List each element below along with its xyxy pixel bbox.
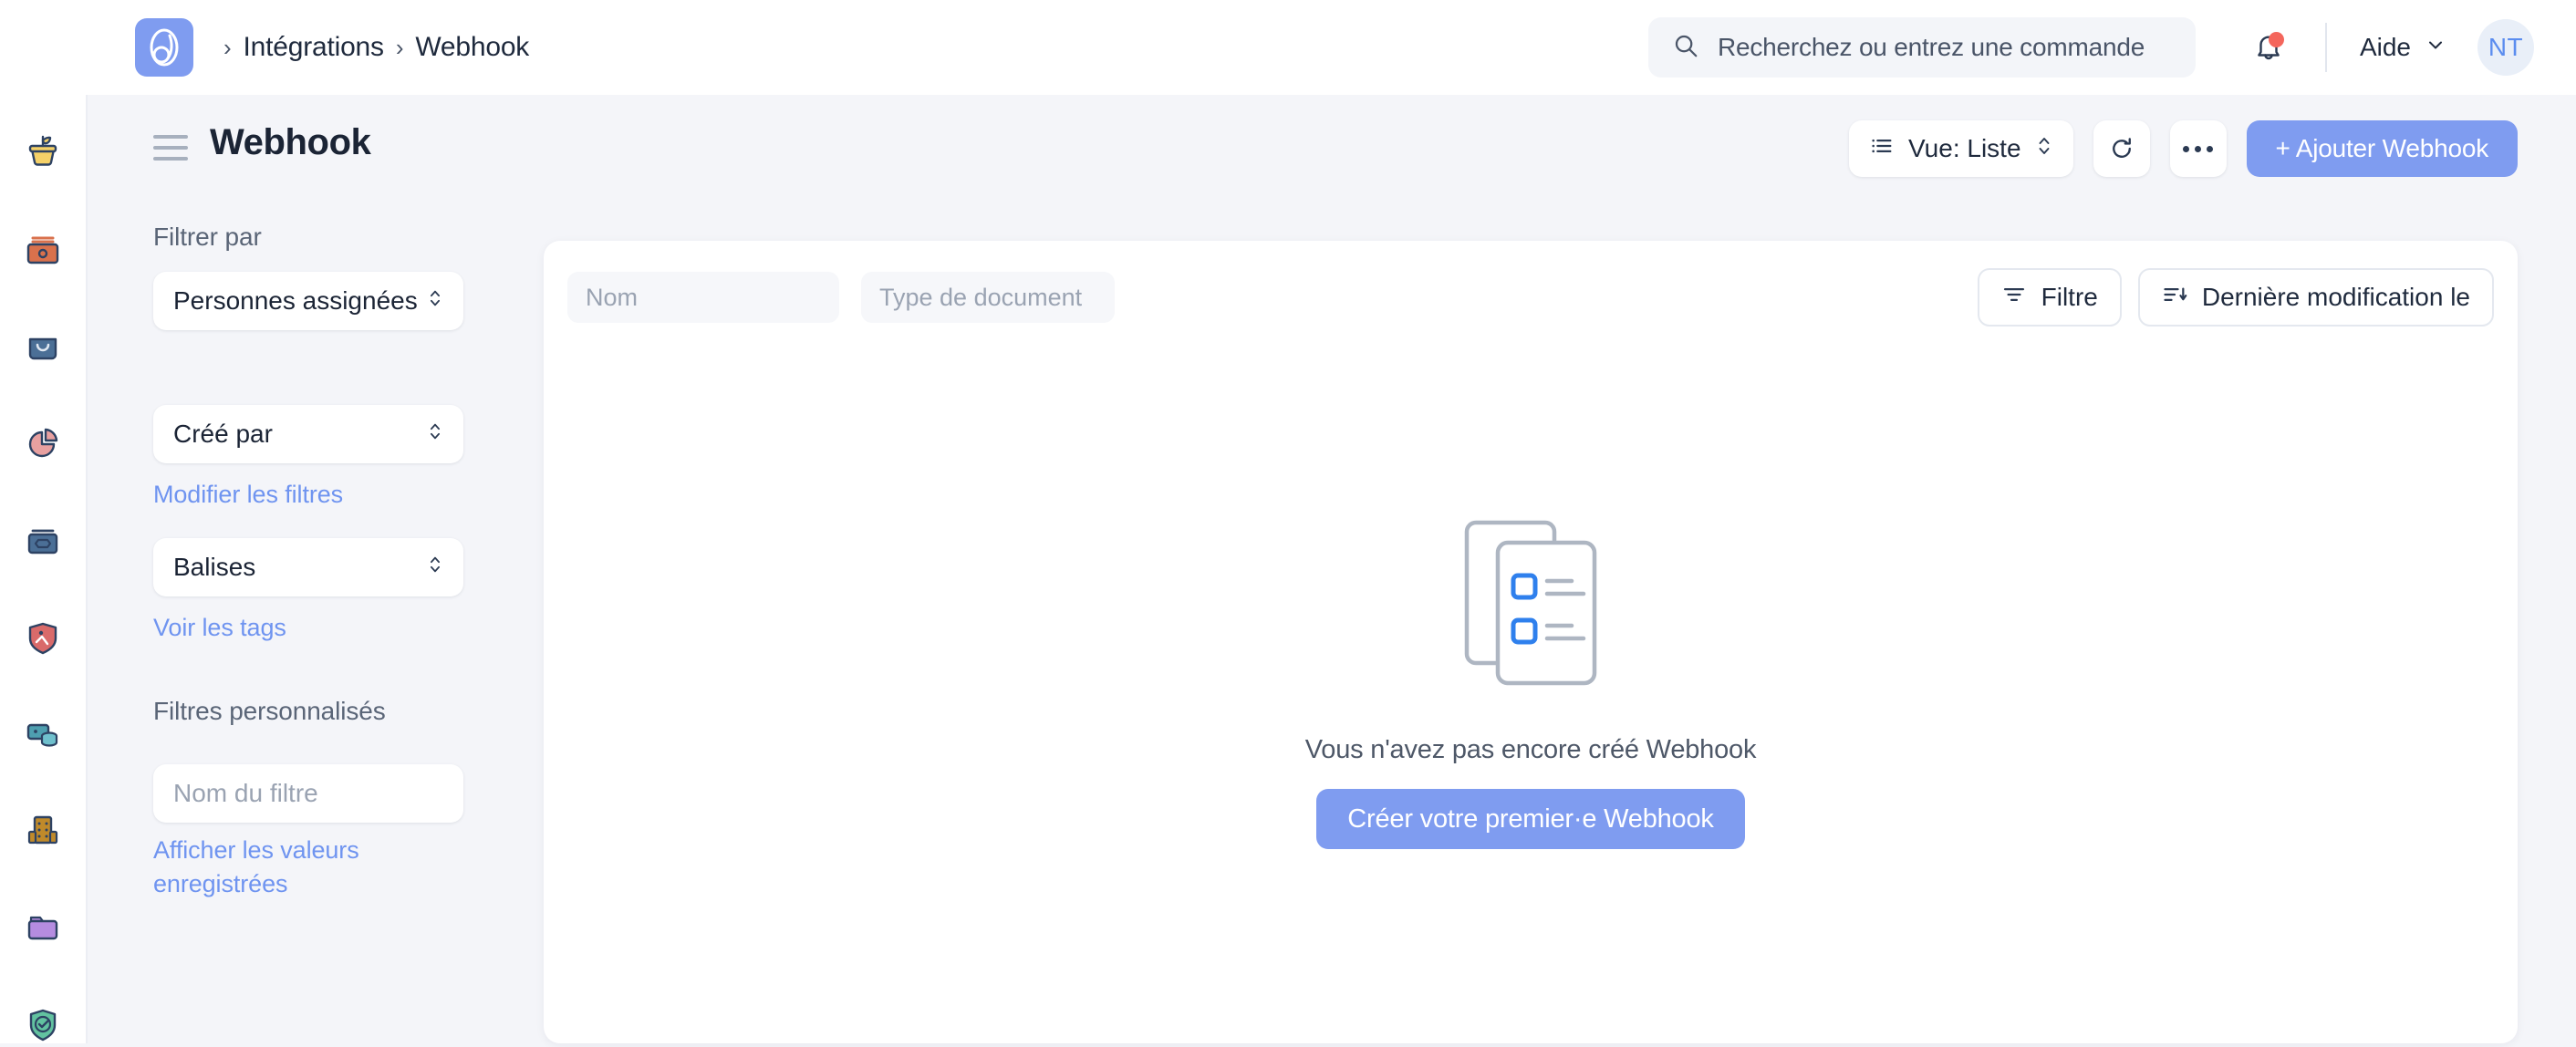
- doctype-filter-input[interactable]: Type de document: [861, 272, 1115, 323]
- filter-sidebar: Filtrer par Personnes assignées Créé par…: [88, 190, 544, 1043]
- create-first-webhook-button[interactable]: Créer votre premier·e Webhook: [1316, 789, 1744, 849]
- rail-item-pie-chart[interactable]: [17, 421, 68, 467]
- pie-chart-icon: [20, 421, 66, 467]
- refresh-icon: [2108, 135, 2135, 162]
- chevron-updown-icon: [427, 553, 443, 582]
- page-title: Webhook: [210, 122, 370, 163]
- rail-item-database[interactable]: [17, 711, 68, 757]
- top-bar-right: Recherchez ou entrez une commande Aide N…: [1648, 0, 2576, 95]
- doctype-filter-placeholder: Type de document: [879, 284, 1082, 312]
- breadcrumb-separator-0: ›: [223, 36, 231, 59]
- card-toolbar-right: Filtre Dernière modification le: [1978, 268, 2494, 327]
- created-by-select[interactable]: Créé par: [153, 405, 463, 463]
- hamburger-bar-2: [153, 146, 188, 150]
- filter-button-label: Filtre: [2041, 283, 2098, 312]
- chevron-updown-icon: [427, 286, 443, 316]
- chevron-down-icon: [2425, 33, 2446, 62]
- refresh-button[interactable]: [2093, 120, 2150, 177]
- search-placeholder: Recherchez ou entrez une commande: [1718, 33, 2145, 62]
- avatar[interactable]: NT: [2477, 19, 2534, 76]
- app-logo-icon[interactable]: [135, 18, 193, 77]
- help-label: Aide: [2360, 33, 2411, 62]
- tags-select-label: Balises: [173, 553, 255, 582]
- breadcrumb-separator-1: ›: [396, 36, 403, 59]
- filter-name-placeholder: Nom du filtre: [173, 779, 318, 808]
- breadcrumb: › Intégrations › Webhook: [223, 32, 529, 63]
- rail-item-folder[interactable]: [17, 905, 68, 950]
- top-bar: › Intégrations › Webhook Recherchez ou e…: [0, 0, 2576, 95]
- search-icon: [1672, 32, 1699, 64]
- view-tags-link[interactable]: Voir les tags: [153, 611, 286, 645]
- assignees-select[interactable]: Personnes assignées: [153, 272, 463, 330]
- filter-name-input[interactable]: Nom du filtre: [153, 764, 463, 823]
- empty-state-message: Vous n'avez pas encore créé Webhook: [1305, 735, 1757, 765]
- top-bar-left: › Intégrations › Webhook: [0, 18, 529, 77]
- sort-descending-icon: [2162, 282, 2187, 314]
- saved-values-link[interactable]: Afficher les valeurs enregistrées: [153, 834, 400, 902]
- chevron-updown-icon: [2035, 134, 2053, 164]
- name-filter-placeholder: Nom: [586, 284, 638, 312]
- hamburger-bar-1: [153, 135, 188, 139]
- search-input[interactable]: Recherchez ou entrez une commande: [1648, 17, 2196, 78]
- main-content-card: Nom Type de document Filtre: [544, 241, 2518, 1043]
- assignees-select-label: Personnes assignées: [173, 286, 418, 316]
- edit-filters-link[interactable]: Modifier les filtres: [153, 478, 343, 512]
- header-divider: [2325, 23, 2327, 72]
- camera-icon: [20, 228, 66, 274]
- building-icon: [20, 808, 66, 854]
- notifications-button[interactable]: [2241, 20, 2296, 75]
- rail-item-shield-check[interactable]: [17, 1001, 68, 1047]
- empty-documents-icon: [1446, 512, 1615, 699]
- rail-item-briefcase[interactable]: [17, 518, 68, 564]
- hamburger-bar-3: [153, 157, 188, 161]
- sort-button-label: Dernière modification le: [2202, 283, 2470, 312]
- more-horizontal-icon: [2183, 146, 2213, 152]
- view-mode-label: Vue: Liste: [1908, 134, 2020, 163]
- page-header-actions: Vue: Liste + Ajouter Webhook: [1849, 120, 2518, 177]
- notification-badge-dot: [2269, 32, 2284, 47]
- view-mode-button[interactable]: Vue: Liste: [1849, 120, 2072, 177]
- icon-rail: [0, 95, 88, 1043]
- folder-icon: [20, 905, 66, 950]
- rail-item-bag[interactable]: [17, 325, 68, 370]
- plant-icon: [20, 131, 66, 177]
- rail-item-building[interactable]: [17, 808, 68, 854]
- page-header: Webhook Vue: Liste: [88, 95, 2576, 190]
- filter-icon: [2001, 282, 2027, 314]
- card-toolbar: Nom Type de document Filtre: [544, 241, 2518, 354]
- sort-button[interactable]: Dernière modification le: [2138, 268, 2494, 327]
- breadcrumb-item-integrations[interactable]: Intégrations: [243, 32, 383, 63]
- shield-alert-icon: [20, 615, 66, 660]
- add-webhook-button[interactable]: + Ajouter Webhook: [2247, 120, 2518, 177]
- filter-by-heading: Filtrer par: [153, 223, 262, 252]
- custom-filters-heading: Filtres personnalisés: [153, 697, 386, 726]
- list-view-icon: [1869, 133, 1895, 165]
- bag-icon: [20, 325, 66, 370]
- help-menu[interactable]: Aide: [2360, 33, 2446, 62]
- breadcrumb-item-webhook[interactable]: Webhook: [415, 32, 529, 63]
- rail-item-plant[interactable]: [17, 131, 68, 177]
- more-options-button[interactable]: [2170, 120, 2227, 177]
- chevron-updown-icon: [427, 420, 443, 449]
- name-filter-input[interactable]: Nom: [567, 272, 839, 323]
- database-icon: [20, 711, 66, 757]
- rail-item-camera[interactable]: [17, 228, 68, 274]
- hamburger-icon[interactable]: [153, 135, 188, 161]
- shield-check-icon: [20, 1001, 66, 1047]
- briefcase-icon: [20, 518, 66, 564]
- tags-select[interactable]: Balises: [153, 538, 463, 596]
- filter-button[interactable]: Filtre: [1978, 268, 2122, 327]
- empty-state: Vous n'avez pas encore créé Webhook Crée…: [544, 354, 2518, 1043]
- created-by-select-label: Créé par: [173, 420, 273, 449]
- rail-item-shield-alert[interactable]: [17, 615, 68, 660]
